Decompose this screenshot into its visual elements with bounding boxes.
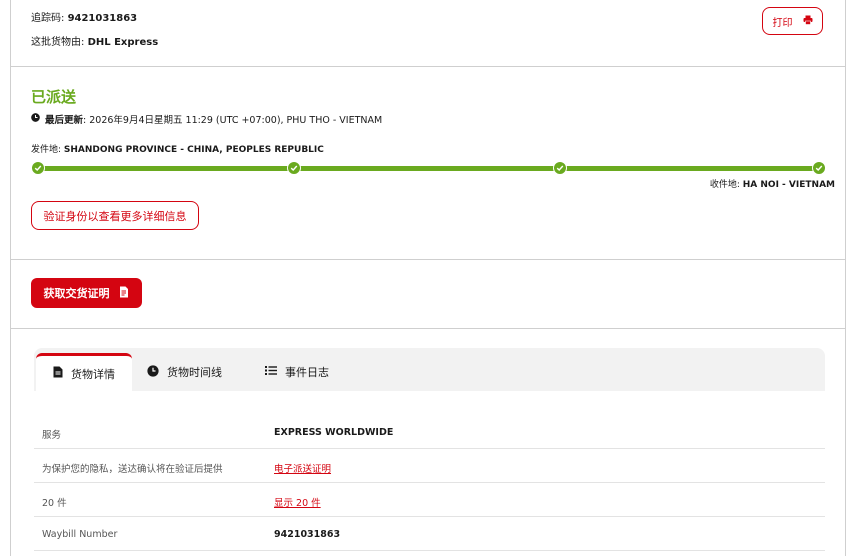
tab-label: 货物时间线: [167, 366, 222, 379]
clock-icon: [31, 113, 40, 125]
print-button-label: 打印: [772, 17, 793, 29]
last-updated: 最后更新: 2026年9月4日星期五 11:29 (UTC +07:00), P…: [31, 112, 382, 126]
tab-shipment-timeline[interactable]: 货物时间线: [147, 353, 222, 391]
tracking-label: 追踪码:: [31, 13, 65, 24]
destination-label: 收件地:: [709, 180, 740, 190]
detail-key: 20 件: [42, 498, 67, 509]
table-row: 为保护您的隐私，送达确认将在验证后提供 电子派送证明: [34, 449, 825, 483]
progress-line: [37, 166, 821, 171]
tracking-code: 追踪码: 9421031863: [31, 9, 137, 24]
list-icon: [265, 365, 277, 379]
print-button[interactable]: 打印: [762, 7, 823, 35]
document-icon: [53, 366, 63, 381]
tab-label: 事件日志: [285, 366, 329, 379]
check-icon: [287, 161, 301, 175]
proof-section: 获取交货证明: [11, 260, 845, 329]
check-icon: [812, 161, 826, 175]
table-row: 20 件 显示 20 件: [34, 483, 825, 517]
detail-value: 9421031863: [274, 529, 341, 540]
proof-button-label: 获取交货证明: [43, 287, 110, 300]
check-icon: [553, 161, 567, 175]
details-table: 服务 EXPRESS WORLDWIDE 为保护您的隐私，送达确认将在验证后提供…: [34, 415, 825, 551]
get-proof-of-delivery-button[interactable]: 获取交货证明: [31, 278, 142, 308]
carrier-name: DHL Express: [87, 37, 159, 48]
check-icon: [31, 161, 45, 175]
shipment-panel: 追踪码: 9421031863 这批货物由: DHL Express 打印 已派…: [10, 0, 846, 556]
tab-event-log[interactable]: 事件日志: [265, 353, 329, 391]
detail-key: 服务: [42, 430, 62, 441]
last-updated-label: 最后更新: [45, 115, 84, 126]
tab-bar: 货物详情 货物时间线 事件日志: [34, 348, 825, 391]
detail-key: Waybill Number: [42, 529, 118, 540]
detail-value: EXPRESS WORLDWIDE: [274, 427, 394, 438]
verify-identity-button[interactable]: 验证身份以查看更多详细信息: [31, 201, 199, 230]
tab-shipment-details[interactable]: 货物详情: [36, 353, 132, 391]
table-row: 服务 EXPRESS WORLDWIDE: [34, 415, 825, 449]
progress-track: [31, 161, 827, 175]
origin: 发件地: SHANDONG PROVINCE - CHINA, PEOPLES …: [31, 142, 324, 155]
tracking-number: 9421031863: [67, 13, 138, 24]
delivery-status: 已派送 最后更新: 2026年9月4日星期五 11:29 (UTC +07:00…: [11, 67, 845, 260]
origin-label: 发件地:: [31, 145, 62, 155]
destination-value: HA NOI - VIETNAM: [742, 180, 835, 190]
last-updated-value: : 2026年9月4日星期五 11:29 (UTC +07:00), PHU T…: [83, 115, 383, 126]
carrier-info: 这批货物由: DHL Express: [31, 33, 158, 48]
origin-value: SHANDONG PROVINCE - CHINA, PEOPLES REPUB…: [63, 145, 324, 155]
table-row: Waybill Number 9421031863: [34, 517, 825, 551]
electronic-pod-link[interactable]: 电子派送证明: [274, 461, 331, 475]
shipment-header: 追踪码: 9421031863 这批货物由: DHL Express 打印: [11, 0, 845, 67]
destination: 收件地: HA NOI - VIETNAM: [710, 177, 835, 190]
show-pieces-link[interactable]: 显示 20 件: [274, 495, 321, 509]
tab-label: 货物详情: [71, 367, 115, 381]
carrier-label: 这批货物由:: [31, 37, 85, 48]
clock-icon: [147, 364, 159, 380]
document-icon: [118, 286, 130, 301]
detail-key: 为保护您的隐私，送达确认将在验证后提供: [42, 464, 223, 475]
printer-icon: [803, 15, 813, 28]
status-title: 已派送: [31, 88, 77, 106]
